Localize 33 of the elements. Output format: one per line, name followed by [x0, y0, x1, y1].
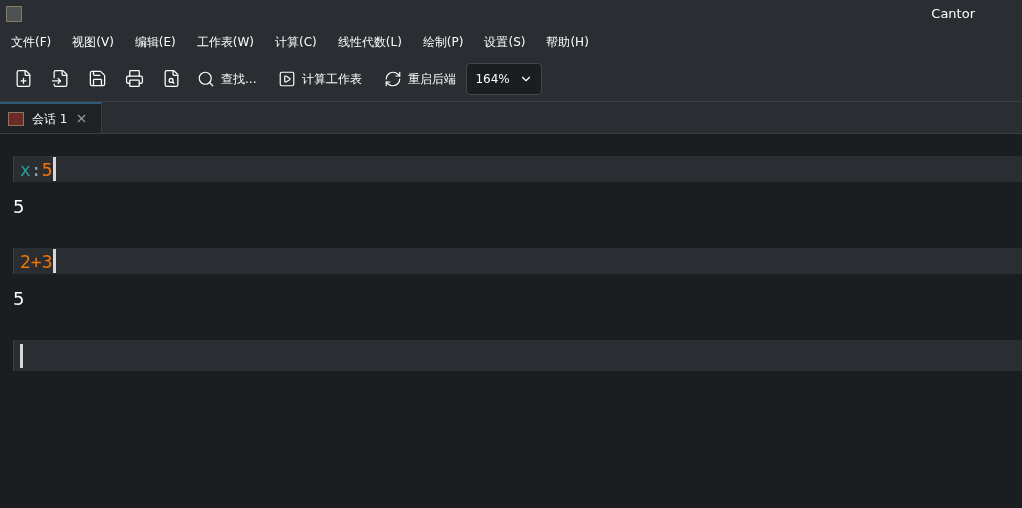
menu-item[interactable]: 文件(F) [4, 33, 59, 51]
tab-label: 会话 1 [32, 110, 68, 128]
evaluate-worksheet-button[interactable]: 计算工作表 [274, 69, 367, 88]
text-cursor [52, 157, 56, 181]
code-text: 5 [41, 157, 53, 182]
code-text: 2+3 [20, 249, 53, 274]
menu-item[interactable]: 视图(V) [65, 33, 121, 51]
zoom-dropdown[interactable]: 164% [466, 62, 543, 95]
code-text: : [30, 157, 42, 182]
menu-item[interactable]: 线性代数(L) [330, 33, 409, 51]
text-cursor [20, 343, 23, 368]
menu-item[interactable]: 计算(C) [268, 33, 324, 51]
session-tab[interactable]: 会话 1 [0, 102, 102, 133]
text-cursor [52, 249, 56, 273]
find-button[interactable]: 查找... [193, 69, 261, 88]
play-icon [278, 69, 297, 88]
input-field[interactable]: x:5 [13, 156, 1022, 182]
restart-backend-button[interactable]: 重启后端 [380, 69, 461, 88]
window-title: Cantor [931, 5, 975, 24]
menu-item[interactable]: 绘制(P) [415, 33, 471, 51]
result-text: 5 [13, 195, 26, 219]
app-icon [6, 6, 22, 22]
menu-item[interactable]: 编辑(E) [127, 33, 183, 51]
search-icon [197, 69, 215, 88]
code-text: x [20, 157, 31, 182]
menu-item[interactable]: 设置(S) [477, 33, 533, 51]
menu-item[interactable]: 帮助(H) [539, 33, 596, 51]
refresh-icon [384, 69, 403, 88]
result-text: 5 [13, 287, 26, 311]
input-field[interactable]: 2+3 [13, 248, 1022, 274]
menu-item[interactable]: 工作表(W) [189, 33, 262, 51]
session-icon [8, 111, 24, 126]
input-field[interactable] [13, 340, 1022, 371]
